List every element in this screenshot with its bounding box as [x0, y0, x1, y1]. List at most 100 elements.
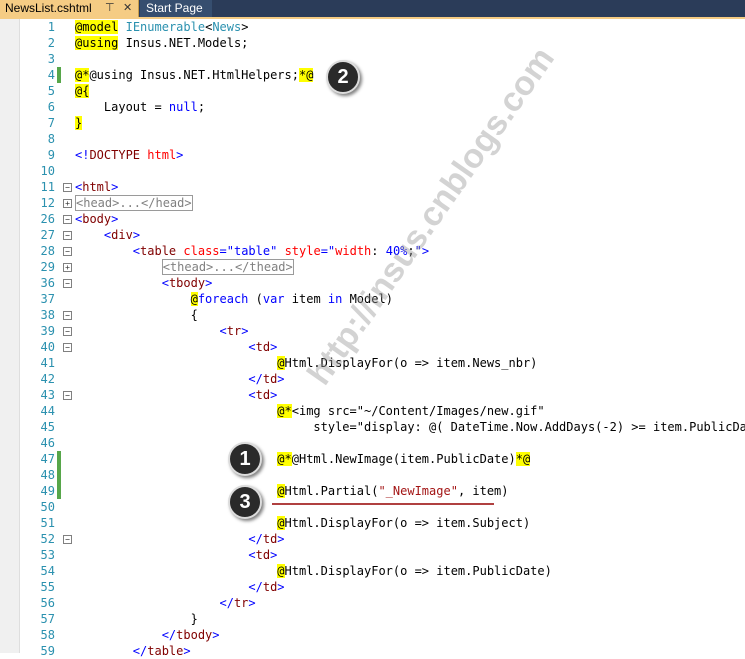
code-line[interactable]: 28− <table class="table" style="width: 4… [0, 243, 745, 259]
collapse-icon[interactable]: − [63, 391, 72, 400]
line-number: 6 [47, 100, 55, 114]
code-line[interactable]: 46 [0, 435, 745, 451]
collapse-icon[interactable]: − [63, 535, 72, 544]
line-number: 55 [40, 580, 55, 594]
code-line[interactable]: 12 + <head>...</head> [0, 195, 745, 211]
line-number: 45 [40, 420, 55, 434]
code-text: @*@Html.NewImage(item.PublicDate)*@ [277, 452, 531, 466]
code-line[interactable]: 10 [0, 163, 745, 179]
line-number: 11 [40, 180, 55, 194]
line-number: 59 [40, 644, 55, 658]
code-line[interactable]: 47 @*@Html.NewImage(item.PublicDate)*@ [0, 451, 745, 467]
code-text: <!DOCTYPE html> [75, 148, 184, 162]
code-text: <td> [248, 388, 278, 402]
code-line[interactable]: 9 <!DOCTYPE html> [0, 147, 745, 163]
code-editor[interactable]: 1 @model IEnumerable<News> 2 @using Insus.N… [0, 19, 745, 659]
code-line[interactable]: 50 [0, 499, 745, 515]
line-number: 37 [40, 292, 55, 306]
collapse-icon[interactable]: − [63, 183, 72, 192]
line-number: 40 [40, 340, 55, 354]
collapse-icon[interactable]: − [63, 327, 72, 336]
code-line[interactable]: 42 </td> [0, 371, 745, 387]
code-text: <tbody> [161, 276, 213, 290]
tab-newslist-cshtml[interactable]: NewsList.cshtml ⊤ ✕ [0, 0, 139, 17]
code-line[interactable]: 8 [0, 131, 745, 147]
line-number: 50 [40, 500, 55, 514]
change-indicator [57, 67, 61, 83]
code-line[interactable]: 54 @Html.DisplayFor(o => item.PublicDate… [0, 563, 745, 579]
line-number: 43 [40, 388, 55, 402]
code-text: <table class="table" style="width: 40%;"… [132, 244, 430, 258]
code-line[interactable]: 2 @using Insus.NET.Models; [0, 35, 745, 51]
code-line[interactable]: 5 @{ [0, 83, 745, 99]
line-number: 28 [40, 244, 55, 258]
line-number: 9 [47, 148, 55, 162]
code-line[interactable]: 51 @Html.DisplayFor(o => item.Subject) [0, 515, 745, 531]
line-number: 46 [40, 436, 55, 450]
code-text: </table> [132, 644, 191, 658]
code-text: <tr> [219, 324, 249, 338]
code-line[interactable]: 45 style="display: @( DateTime.Now.AddDa… [0, 419, 745, 435]
collapse-icon[interactable]: − [63, 215, 72, 224]
line-number: 26 [40, 212, 55, 226]
code-line[interactable]: 4 @*@using Insus.NET.HtmlHelpers;*@ [0, 67, 745, 83]
code-text: @using Insus.NET.Models; [75, 36, 249, 50]
code-line[interactable]: 1 @model IEnumerable<News> [0, 19, 745, 35]
line-number: 48 [40, 468, 55, 482]
code-text: @Html.Partial("_NewImage", item) [277, 484, 509, 498]
collapse-icon[interactable]: − [63, 343, 72, 352]
code-line[interactable]: 11− <html> [0, 179, 745, 195]
line-number: 51 [40, 516, 55, 530]
code-line[interactable]: 48 [0, 467, 745, 483]
code-text: @*@using Insus.NET.HtmlHelpers;*@ [75, 68, 314, 82]
code-line[interactable]: 52− </td> [0, 531, 745, 547]
code-line[interactable]: 3 [0, 51, 745, 67]
code-text: <head>...</head> [75, 195, 193, 211]
code-line[interactable]: 55 </td> [0, 579, 745, 595]
line-number: 10 [40, 164, 55, 178]
code-text: { [75, 308, 198, 322]
tab-start-page[interactable]: Start Page [140, 0, 212, 17]
line-number: 58 [40, 628, 55, 642]
code-line[interactable]: 58 </tbody> [0, 627, 745, 643]
marker-3: 3 [228, 485, 262, 519]
code-line[interactable]: 53 <td> [0, 547, 745, 563]
code-line[interactable]: 56 </tr> [0, 595, 745, 611]
code-line[interactable]: 40− <td> [0, 339, 745, 355]
code-text: </td> [248, 532, 285, 546]
code-line[interactable]: 6 Layout = null; [0, 99, 745, 115]
code-line[interactable]: 59 </table> [0, 643, 745, 659]
code-line[interactable]: 44 @*<img src="~/Content/Images/new.gif" [0, 403, 745, 419]
marker-2: 2 [326, 60, 360, 94]
code-text: @Html.DisplayFor(o => item.PublicDate) [277, 564, 552, 578]
partial-underline [272, 503, 494, 505]
code-text: </td> [248, 372, 285, 386]
tab-label: Start Page [146, 1, 203, 15]
code-text: <body> [75, 212, 119, 226]
code-line[interactable]: 27− <div> [0, 227, 745, 243]
line-number: 41 [40, 356, 55, 370]
collapse-icon[interactable]: − [63, 231, 72, 240]
collapse-icon[interactable]: − [63, 279, 72, 288]
expand-icon[interactable]: + [63, 199, 72, 208]
line-number: 53 [40, 548, 55, 562]
line-number: 47 [40, 452, 55, 466]
code-line[interactable]: 26− <body> [0, 211, 745, 227]
code-text: @model IEnumerable<News> [75, 20, 249, 34]
code-line[interactable]: 7} [0, 115, 745, 131]
collapse-icon[interactable]: − [63, 311, 72, 320]
code-line[interactable]: 49 @Html.Partial("_NewImage", item) [0, 483, 745, 499]
code-text: @{ [75, 84, 90, 98]
code-line[interactable]: 41 @Html.DisplayFor(o => item.News_nbr) [0, 355, 745, 371]
pin-icon[interactable]: ⊤ [105, 0, 115, 17]
line-number: 52 [40, 532, 55, 546]
code-text: </td> [248, 580, 285, 594]
collapse-icon[interactable]: − [63, 247, 72, 256]
change-indicator [57, 467, 61, 483]
line-number: 39 [40, 324, 55, 338]
close-icon[interactable]: ✕ [123, 0, 132, 17]
line-number: 49 [40, 484, 55, 498]
expand-icon[interactable]: + [63, 263, 72, 272]
code-line[interactable]: 43− <td> [0, 387, 745, 403]
code-line[interactable]: 57 } [0, 611, 745, 627]
